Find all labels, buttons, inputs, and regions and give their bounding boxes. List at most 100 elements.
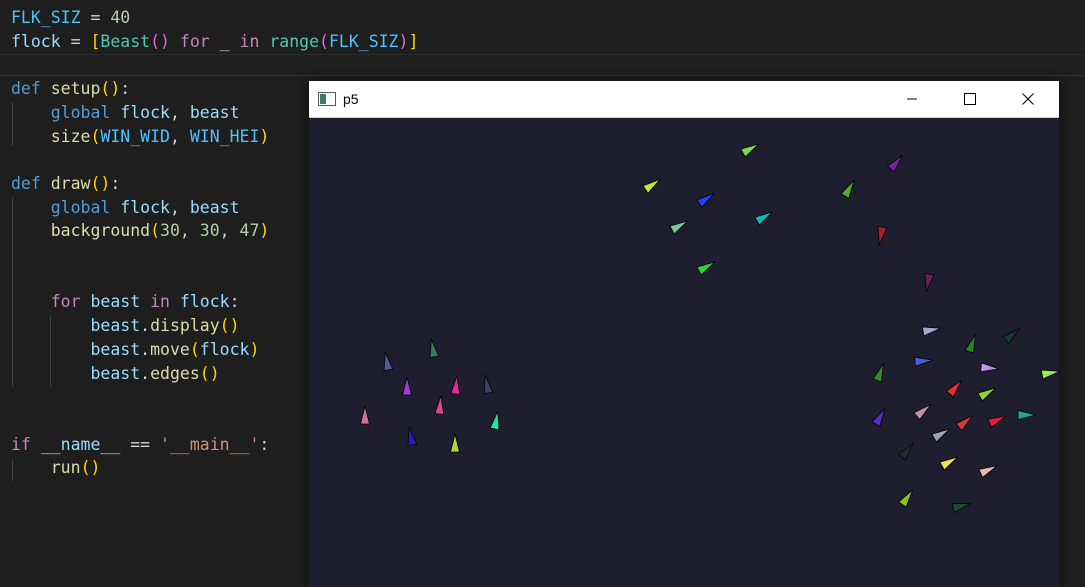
code-token: ( bbox=[150, 221, 161, 241]
code-token: __name__ bbox=[40, 434, 121, 454]
boid-triangle bbox=[483, 374, 494, 395]
window-titlebar[interactable]: p5 bbox=[309, 81, 1059, 118]
code-line: def setup(): bbox=[11, 78, 130, 100]
code-line: size(WIN_WID, WIN_HEI) bbox=[11, 126, 270, 148]
code-token: beast bbox=[189, 197, 240, 217]
close-button[interactable] bbox=[999, 81, 1057, 117]
boid-triangle bbox=[951, 503, 971, 514]
boid-triangle bbox=[886, 155, 903, 173]
code-token: . bbox=[140, 316, 151, 336]
code-line: beast.move(flock) bbox=[11, 339, 259, 361]
maximize-icon bbox=[964, 93, 976, 105]
maximize-button[interactable] bbox=[941, 81, 999, 117]
boid-triangle bbox=[913, 404, 931, 421]
code-token: draw bbox=[50, 173, 91, 193]
code-token: ( bbox=[90, 126, 101, 146]
code-token: 30 bbox=[199, 221, 220, 241]
code-token: in bbox=[239, 31, 260, 51]
minimize-button[interactable] bbox=[883, 81, 941, 117]
code-token: ) bbox=[259, 221, 270, 241]
boid-triangle bbox=[924, 272, 935, 293]
code-token: beast bbox=[189, 102, 240, 122]
p5-sketch-window[interactable]: p5 bbox=[309, 81, 1059, 587]
code-token: , bbox=[169, 197, 190, 217]
boid-triangle bbox=[450, 375, 461, 395]
boid-triangle bbox=[872, 363, 884, 383]
boid-triangle bbox=[696, 192, 715, 208]
boid-triangle bbox=[955, 415, 973, 432]
code-token: FLK_SIZ bbox=[11, 8, 81, 27]
code-token: : bbox=[229, 292, 240, 312]
code-line: beast.display() bbox=[11, 315, 239, 337]
code-token: move bbox=[150, 339, 190, 359]
code-line: global flock, beast bbox=[11, 102, 240, 124]
code-token: , bbox=[179, 221, 200, 241]
boid-triangle bbox=[931, 428, 950, 443]
code-token: display bbox=[150, 316, 220, 336]
boid-triangle bbox=[921, 326, 942, 337]
code-token: _ bbox=[219, 31, 230, 51]
code-token: flock bbox=[120, 102, 170, 122]
code-token: : bbox=[120, 79, 131, 99]
code-token: . bbox=[140, 363, 151, 383]
code-line: if __name__ == '__main__': bbox=[11, 434, 269, 456]
code-token: ( bbox=[319, 31, 329, 51]
code-token: : bbox=[259, 434, 270, 454]
code-token: , bbox=[169, 126, 190, 146]
boid-triangle bbox=[897, 443, 914, 461]
close-icon bbox=[1022, 93, 1034, 105]
code-token: beast bbox=[90, 339, 141, 359]
code-token: () bbox=[150, 31, 170, 51]
boid-triangle bbox=[898, 489, 914, 508]
boid-triangle bbox=[642, 178, 661, 194]
code-token: def bbox=[11, 79, 41, 99]
window-title: p5 bbox=[343, 91, 359, 107]
code-line: background(30, 30, 47) bbox=[11, 220, 270, 242]
code-token: , bbox=[219, 221, 240, 241]
code-token: ( bbox=[189, 339, 200, 359]
code-line: run() bbox=[11, 457, 101, 479]
code-line: FLK_SIZ = 40 bbox=[11, 7, 130, 29]
code-token: flock bbox=[120, 197, 170, 217]
code-token: edges bbox=[150, 363, 200, 383]
boid-triangle bbox=[407, 426, 418, 447]
boid-triangle bbox=[939, 456, 958, 471]
boid-triangle bbox=[489, 410, 500, 431]
sketch-canvas[interactable] bbox=[309, 118, 1059, 587]
boid-triangle bbox=[429, 338, 440, 359]
code-token: global bbox=[50, 102, 111, 122]
boid-triangle bbox=[978, 465, 998, 479]
code-token: range bbox=[269, 31, 320, 51]
code-token: () bbox=[90, 173, 111, 193]
code-token: flock bbox=[11, 31, 61, 51]
code-token: beast bbox=[90, 363, 141, 383]
boid-triangle bbox=[754, 211, 773, 226]
code-token: = bbox=[60, 31, 91, 51]
boid-triangle bbox=[980, 362, 1000, 373]
code-line: global flock, beast bbox=[11, 197, 240, 219]
code-token: global bbox=[50, 197, 111, 217]
code-token: for bbox=[50, 292, 81, 312]
code-token: () bbox=[199, 363, 220, 383]
code-token: ) bbox=[259, 126, 270, 146]
code-line: def draw(): bbox=[11, 173, 120, 195]
code-token: Beast bbox=[100, 31, 151, 51]
code-token: . bbox=[140, 339, 151, 359]
boid-triangle bbox=[383, 351, 394, 372]
boid-triangle bbox=[877, 225, 888, 246]
boid-triangle bbox=[1017, 409, 1037, 421]
code-token: () bbox=[80, 458, 101, 478]
code-token: setup bbox=[50, 79, 101, 99]
